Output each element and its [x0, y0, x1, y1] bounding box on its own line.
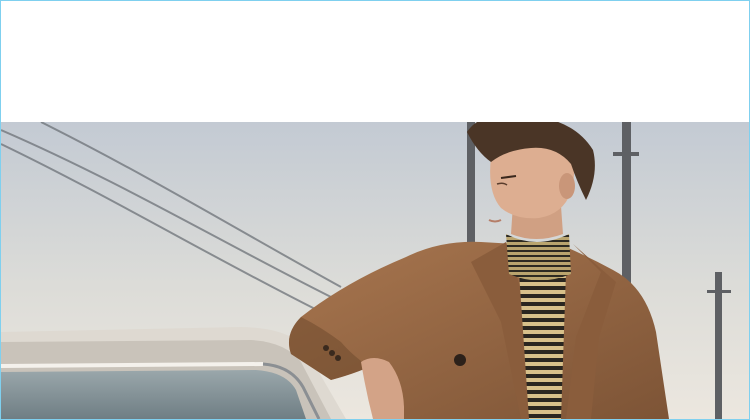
- fashion-photo: [1, 122, 749, 419]
- coat-button: [454, 354, 466, 366]
- image-frame: [0, 0, 750, 420]
- top-whitespace: [1, 1, 749, 122]
- photo-illustration: [1, 122, 749, 419]
